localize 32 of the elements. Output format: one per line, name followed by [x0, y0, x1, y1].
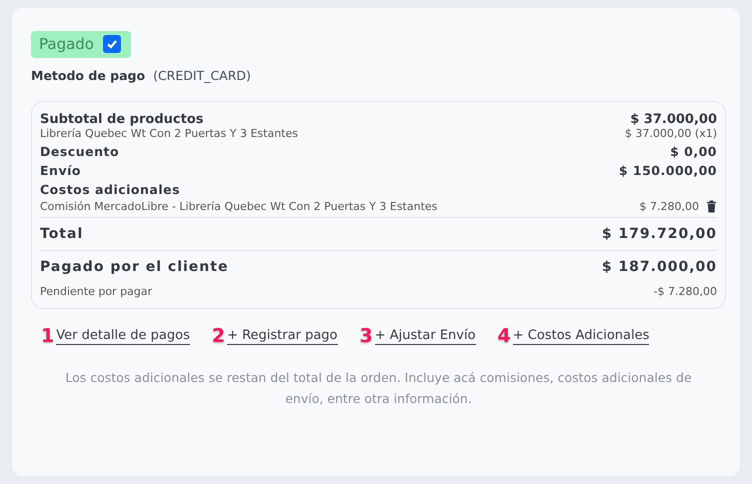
summary-amount: $ 37.000,00 [630, 112, 717, 127]
paid-label: Pagado [39, 35, 94, 53]
action-link[interactable]: Ver detalle de pagos [56, 328, 190, 344]
payment-method-label: Metodo de pago [31, 68, 146, 83]
paid-checkbox[interactable] [102, 35, 121, 53]
summary-label: Pendiente por pagar [40, 285, 152, 298]
summary-label: Envío [40, 163, 81, 178]
summary-label: Descuento [40, 144, 120, 159]
summary-label: Total [40, 226, 84, 242]
summary-label: Librería Quebec Wt Con 2 Puertas Y 3 Estantes [40, 127, 298, 140]
summary-amount: $ 187.000,00 [602, 259, 717, 275]
summary-amount: $ 7.280,00 [640, 200, 699, 213]
payment-method-value: (CREDIT_CARD) [153, 68, 251, 83]
summary-label: Comisión MercadoLibre - Librería Quebec Wt Con 2 Puertas Y 3 Estantes [40, 200, 438, 213]
action-link[interactable]: + Costos Adicionales [512, 328, 650, 344]
step-marker: 3 [360, 325, 373, 347]
action-link[interactable]: + Registrar pago [227, 328, 338, 344]
summary-amount: $ 37.000,00 (x1) [624, 127, 717, 140]
info-note: Los costos adicionales se restan del total de la orden. Incluye acá comisiones, costos adicionales de envío, entre otra información. [64, 369, 693, 408]
step-marker: 4 [498, 325, 511, 347]
step-marker: 2 [212, 325, 226, 347]
trash-icon[interactable] [706, 200, 717, 213]
summary-label: Pagado por el cliente [40, 259, 228, 275]
summary-amount: -$ 7.280,00 [654, 285, 717, 298]
check-icon [106, 38, 118, 50]
summary-label: Costos adicionales [40, 182, 180, 197]
summary-label: Subtotal de productos [40, 112, 204, 127]
summary-amount: $ 150.000,00 [618, 163, 717, 178]
summary-amount: $ 179.720,00 [602, 226, 717, 242]
step-marker: 1 [41, 325, 54, 347]
action-link[interactable]: + Ajustar Envío [374, 328, 476, 344]
summary-amount: $ 0,00 [670, 144, 717, 159]
